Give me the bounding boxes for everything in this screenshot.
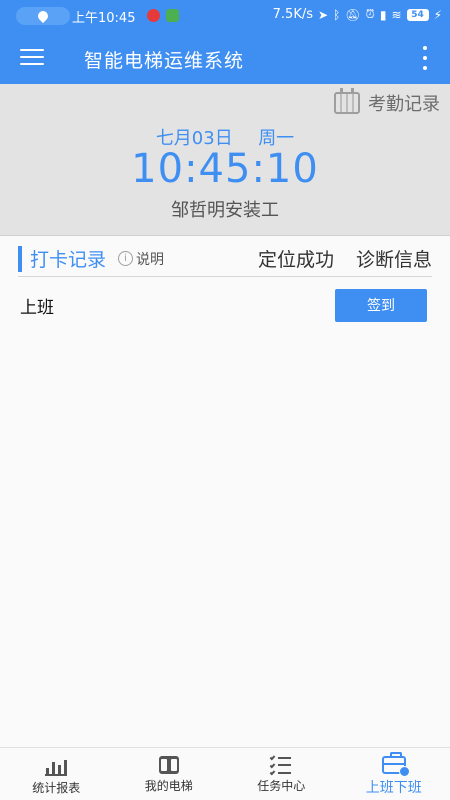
more-options-icon[interactable] [422, 46, 428, 70]
status-right: 7.5K/s ➤ ᛒ 🔕︎ ⏰︎ ▮ ≋ 54 ⚡ [273, 7, 442, 22]
net-speed: 7.5K/s [272, 7, 314, 22]
current-time: 10:45:10 [131, 146, 319, 192]
task-list-icon [269, 754, 292, 776]
section-accent-bar [18, 245, 22, 272]
nav-item-task-center[interactable]: 任务中心 [225, 748, 338, 800]
attendance-records-label: 考勤记录 [368, 94, 440, 115]
info-label: 说明 [136, 251, 165, 268]
punch-records-header: 打卡记录 i 说明 定位成功 诊断信息 [18, 241, 432, 277]
battery-icon: 54 [406, 8, 429, 21]
status-time: 上午10:45 [72, 11, 136, 26]
menu-icon[interactable] [20, 49, 44, 67]
wechat-app-icon [166, 9, 179, 22]
app-bar: 智能电梯运维系统 [0, 32, 450, 84]
nav-item-my-elevators[interactable]: 我的电梯 [113, 748, 226, 800]
charging-icon: ⚡ [433, 7, 442, 22]
nav-label: 我的电梯 [144, 779, 193, 793]
shift-row: 上班 签到 [20, 288, 427, 322]
briefcase-check-icon [381, 752, 410, 777]
battery-level: 54 [406, 8, 429, 21]
shift-label: 上班 [20, 297, 54, 318]
nav-label: 任务中心 [257, 779, 306, 793]
info-icon: i [118, 251, 134, 266]
info-button[interactable]: i 说明 [118, 249, 164, 269]
bottom-nav: 统计报表 我的电梯 任务中心 上班下班 [0, 747, 450, 800]
attendance-records-link[interactable]: 考勤记录 [334, 88, 440, 116]
alarm-icon: ⏰︎ [365, 7, 375, 21]
calendar-icon [334, 88, 360, 114]
location-status: 定位成功 [257, 249, 334, 271]
location-pin-icon [35, 8, 51, 24]
check-in-button[interactable]: 签到 [335, 288, 427, 322]
nav-label: 上班下班 [365, 780, 422, 796]
diagnose-info-link[interactable]: 诊断信息 [356, 245, 432, 272]
status-bar: 上午10:45 7.5K/s ➤ ᛒ 🔕︎ ⏰︎ ▮ ≋ 54 ⚡ [0, 0, 450, 32]
nav-item-clock-in-out[interactable]: 上班下班 [338, 748, 450, 800]
wifi-icon: ≋ [391, 7, 402, 22]
location-pill[interactable] [16, 7, 70, 25]
nav-label: 统计报表 [32, 781, 81, 795]
punch-records-title: 打卡记录 [30, 249, 107, 271]
app-title: 智能电梯运维系统 [84, 50, 245, 72]
mute-bell-icon: 🔕︎ [345, 7, 361, 22]
nav-item-statistics[interactable]: 统计报表 [0, 748, 113, 800]
bluetooth-icon: ᛒ [333, 7, 341, 22]
navigation-icon: ➤ [318, 7, 329, 22]
bar-chart-icon [45, 756, 68, 776]
signal-icon: ▮ [379, 7, 387, 22]
elevator-icon [158, 756, 179, 774]
worker-name: 邹哲明安装工 [171, 200, 279, 221]
netease-app-icon [147, 9, 160, 22]
clock-panel: 考勤记录 七月03日 周一 10:45:10 邹哲明安装工 [0, 84, 450, 236]
